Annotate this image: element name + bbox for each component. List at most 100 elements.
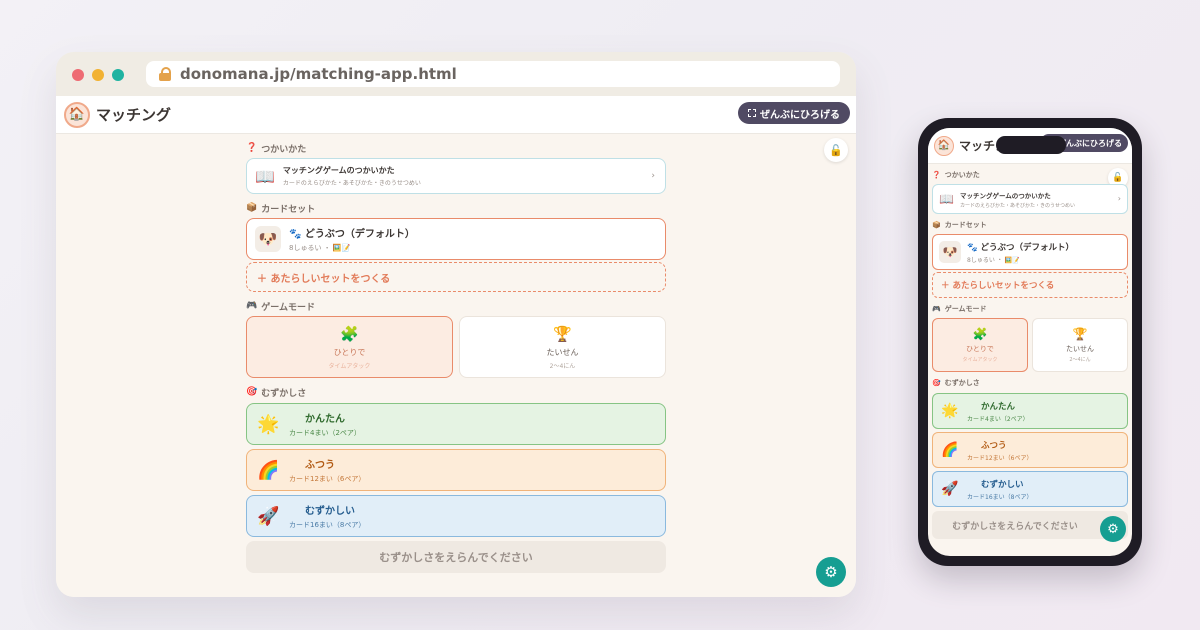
- difficulty-label: ふつう: [981, 440, 1007, 451]
- howto-card[interactable]: 📖 マッチングゲームのつかいかた カードのえらびかた・あそびかた・きのうせつめい…: [246, 158, 666, 194]
- howto-subtitle: カードのえらびかた・あそびかた・きのうせつめい: [282, 180, 421, 187]
- rocket-icon: 🚀: [257, 505, 280, 527]
- box-icon: 📦: [932, 221, 941, 229]
- target-icon: 🎯: [246, 387, 258, 397]
- new-cardset-button[interactable]: ＋ あたらしいセットをつくる: [246, 262, 666, 292]
- star-icon: 🌟: [257, 413, 280, 435]
- close-window-dot[interactable]: [72, 69, 84, 81]
- mode-solo-button[interactable]: 🧩 ひとりで タイムアタック: [932, 318, 1028, 372]
- dog-icon: 🐶: [939, 241, 961, 263]
- start-button[interactable]: むずかしさをえらんでください: [932, 511, 1128, 539]
- difficulty-sublabel: カード4まい（2ペア）: [967, 415, 1029, 423]
- minimize-window-dot[interactable]: [92, 69, 104, 81]
- gamepad-icon: 🎮: [932, 305, 941, 313]
- mode-sublabel: 2〜4にん: [1069, 357, 1091, 363]
- section-label: ゲームモード: [944, 305, 987, 313]
- home-logo-icon[interactable]: 🏠: [934, 135, 954, 156]
- mode-versus-button[interactable]: 🏆 たいせん 2〜4にん: [459, 316, 666, 378]
- section-howto-heading: ❓ つかいかた: [246, 140, 666, 156]
- address-bar[interactable]: donomana.jp/matching-app.html: [146, 61, 840, 87]
- url-text: donomana.jp/matching-app.html: [180, 65, 457, 83]
- lock-icon: [158, 67, 172, 81]
- mode-label: ひとりで: [966, 345, 994, 353]
- difficulty-normal-button[interactable]: 🌈 ふつう カード12まい（6ペア）: [246, 449, 666, 491]
- difficulty-easy-button[interactable]: 🌟 かんたん カード4まい（2ペア）: [246, 403, 666, 445]
- browser-chrome: donomana.jp/matching-app.html: [56, 52, 856, 96]
- lock-toggle-button[interactable]: 🔓: [824, 138, 848, 162]
- mode-label: ひとりで: [333, 347, 366, 357]
- cardset-meta: 8しゅるい ・ 🖼️📝: [289, 244, 351, 252]
- section-label: カードセット: [944, 221, 987, 229]
- mode-sublabel: タイムアタック: [962, 357, 998, 363]
- difficulty-hard-button[interactable]: 🚀 むずかしい カード16まい（8ペア）: [246, 495, 666, 537]
- book-icon: 📖: [939, 192, 954, 206]
- difficulty-label: かんたん: [305, 414, 345, 425]
- section-label: ゲームモード: [261, 302, 315, 313]
- phone-content: 🔓 ❓ つかいかた 📖 マッチングゲームのつかいかた カードのえらびかた・あそび…: [928, 164, 1132, 556]
- phone-screen: 🏠 マッチング ぜんぶにひろげる 🔓 ❓ つかいかた 📖 マッチングゲームのつか…: [928, 128, 1132, 556]
- star-icon: 🌟: [941, 403, 959, 419]
- book-icon: 📖: [255, 166, 275, 186]
- maximize-window-dot[interactable]: [112, 69, 124, 81]
- difficulty-hard-button[interactable]: 🚀 むずかしい カード16まい（8ペア）: [932, 471, 1128, 507]
- new-cardset-button[interactable]: ＋ あたらしいセットをつくる: [932, 272, 1128, 298]
- mode-options: 🧩 ひとりで タイムアタック 🏆 たいせん 2〜4にん: [246, 316, 666, 378]
- main-content: 🔓 ❓ つかいかた 📖 マッチングゲームのつかいかた カードのえらびかた・あそび…: [56, 134, 856, 597]
- difficulty-label: ふつう: [305, 460, 335, 471]
- rainbow-icon: 🌈: [941, 442, 959, 458]
- trophy-icon: 🏆: [1072, 327, 1088, 341]
- section-cardset-heading: 📦 カードセット: [246, 200, 666, 216]
- mode-options: 🧩 ひとりで タイムアタック 🏆 たいせん 2〜4にん: [932, 318, 1128, 372]
- cardset-selected[interactable]: 🐶 🐾 どうぶつ（デフォルト） 8しゅるい ・ 🖼️📝: [932, 234, 1128, 270]
- browser-window: donomana.jp/matching-app.html 🏠 マッチング ぜん…: [56, 52, 856, 597]
- cardset-selected[interactable]: 🐶 🐾 どうぶつ（デフォルト） 8しゅるい ・ 🖼️📝: [246, 218, 666, 260]
- cardset-name: 🐾 どうぶつ（デフォルト）: [967, 242, 1075, 253]
- difficulty-sublabel: カード12まい（6ペア）: [289, 475, 366, 483]
- mode-solo-button[interactable]: 🧩 ひとりで タイムアタック: [246, 316, 453, 378]
- chevron-right-icon: ›: [651, 171, 655, 181]
- gamepad-icon: 🎮: [246, 301, 258, 311]
- difficulty-sublabel: カード4まい（2ペア）: [289, 429, 361, 437]
- fullscreen-button[interactable]: ぜんぶにひろげる: [738, 102, 850, 124]
- difficulty-sublabel: カード12まい（6ペア）: [967, 454, 1033, 462]
- difficulty-easy-button[interactable]: 🌟 かんたん カード4まい（2ペア）: [932, 393, 1128, 429]
- section-label: カードセット: [261, 204, 316, 215]
- dog-icon: 🐶: [255, 226, 281, 252]
- difficulty-label: むずかしい: [981, 479, 1024, 490]
- section-label: つかいかた: [944, 171, 980, 179]
- section-difficulty-heading: 🎯 むずかしさ: [932, 376, 1128, 390]
- section-cardset-heading: 📦 カードセット: [932, 218, 1128, 232]
- mode-label: たいせん: [546, 347, 579, 357]
- section-mode-heading: 🎮 ゲームモード: [246, 298, 666, 314]
- home-logo-icon[interactable]: 🏠: [64, 101, 90, 128]
- fullscreen-label: ぜんぶにひろげる: [760, 109, 840, 121]
- puzzle-icon: 🧩: [340, 324, 359, 343]
- section-label: むずかしさ: [261, 388, 307, 399]
- howto-title: マッチングゲームのつかいかた: [282, 166, 395, 175]
- box-icon: 📦: [246, 203, 258, 213]
- settings-gear-button[interactable]: ⚙: [816, 557, 846, 587]
- start-button[interactable]: むずかしさをえらんでください: [246, 541, 666, 573]
- howto-title: マッチングゲームのつかいかた: [959, 191, 1051, 200]
- app-title: マッチング: [96, 106, 172, 124]
- difficulty-normal-button[interactable]: 🌈 ふつう カード12まい（6ペア）: [932, 432, 1128, 468]
- settings-gear-button[interactable]: ⚙: [1100, 516, 1126, 542]
- howto-subtitle: カードのえらびかた・あそびかた・きのうせつめい: [959, 202, 1075, 209]
- mode-label: たいせん: [1066, 345, 1094, 353]
- question-icon: ❓: [246, 143, 258, 153]
- difficulty-label: むずかしい: [305, 506, 355, 517]
- mode-sublabel: 2〜4にん: [549, 362, 576, 370]
- mode-versus-button[interactable]: 🏆 たいせん 2〜4にん: [1032, 318, 1128, 372]
- rocket-icon: 🚀: [941, 481, 959, 497]
- trophy-icon: 🏆: [553, 324, 572, 343]
- dynamic-island: [996, 136, 1066, 154]
- section-mode-heading: 🎮 ゲームモード: [932, 302, 1128, 316]
- cardset-meta: 8しゅるい ・ 🖼️📝: [967, 256, 1020, 264]
- chevron-right-icon: ›: [1117, 194, 1121, 203]
- settings-column: ❓ つかいかた 📖 マッチングゲームのつかいかた カードのえらびかた・あそびかた…: [246, 140, 666, 573]
- difficulty-sublabel: カード16まい（8ペア）: [967, 493, 1033, 501]
- difficulty-label: かんたん: [981, 401, 1016, 412]
- section-label: むずかしさ: [944, 379, 980, 387]
- howto-card[interactable]: 📖 マッチングゲームのつかいかた カードのえらびかた・あそびかた・きのうせつめい…: [932, 184, 1128, 214]
- mode-sublabel: タイムアタック: [328, 362, 371, 370]
